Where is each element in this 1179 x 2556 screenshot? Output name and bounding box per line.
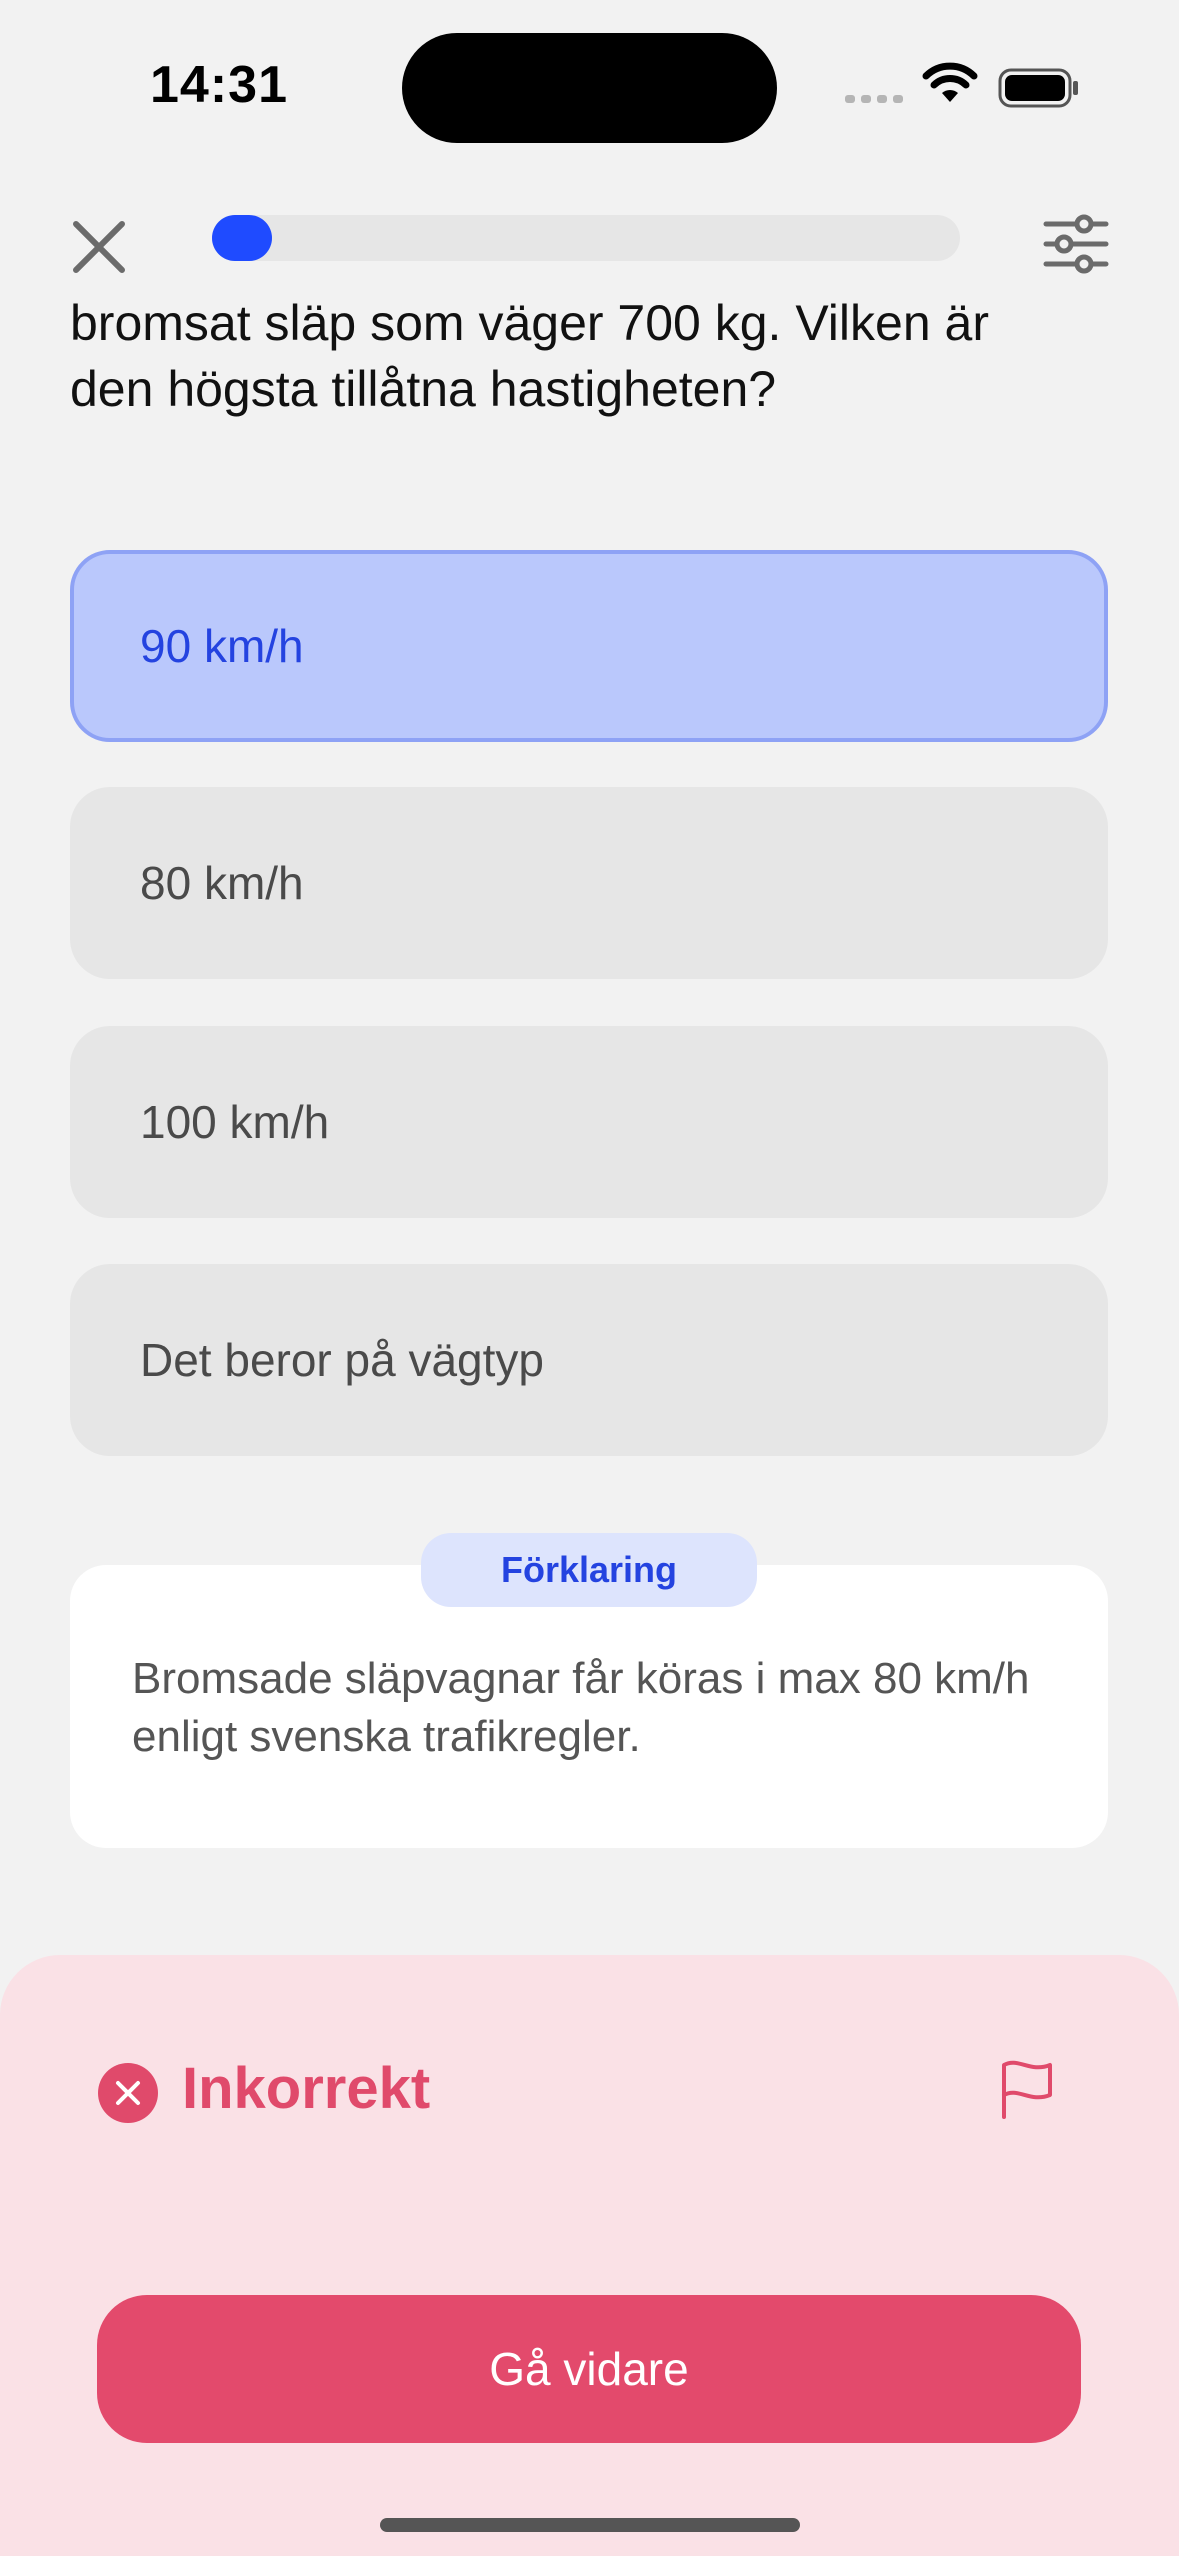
answer-option-label: 100 km/h <box>140 1096 330 1148</box>
explanation-tag: Förklaring <box>421 1533 757 1607</box>
answer-option-4[interactable]: Det beror på vägtyp <box>70 1264 1108 1456</box>
dynamic-island <box>402 33 777 143</box>
battery-icon <box>998 68 1078 108</box>
result-status: Inkorrekt <box>182 2056 431 2121</box>
progress-bar <box>212 215 960 261</box>
progress-fill <box>212 215 272 261</box>
cellular-signal-icon <box>845 95 903 103</box>
answer-option-3[interactable]: 100 km/h <box>70 1026 1108 1218</box>
feedback-panel: Inkorrekt Gå vidare <box>0 1955 1179 2556</box>
status-bar: 14:31 <box>0 0 1179 170</box>
answer-option-1[interactable]: 90 km/h <box>70 550 1108 742</box>
answer-option-2[interactable]: 80 km/h <box>70 787 1108 979</box>
wifi-icon <box>922 62 978 102</box>
question-line-1: bromsat släp som väger 700 kg. Vilken är <box>70 295 989 351</box>
answer-option-label: Det beror på vägtyp <box>140 1334 545 1386</box>
answer-option-label: 90 km/h <box>140 620 304 672</box>
continue-button[interactable]: Gå vidare <box>97 2295 1081 2443</box>
question-text: bromsat släp som väger 700 kg. Vilken är… <box>70 272 1110 422</box>
question-line-2: den högsta tillåtna hastigheten? <box>70 361 777 417</box>
x-circle-icon <box>98 2063 158 2123</box>
status-time: 14:31 <box>150 56 288 114</box>
sliders-icon[interactable] <box>1040 208 1112 280</box>
home-indicator <box>380 2518 800 2532</box>
flag-icon[interactable] <box>992 2055 1062 2125</box>
answer-option-label: 80 km/h <box>140 857 304 909</box>
explanation-card: Bromsade släpvagnar får köras i max 80 k… <box>70 1565 1108 1848</box>
explanation-text: Bromsade släpvagnar får köras i max 80 k… <box>132 1654 1030 1761</box>
